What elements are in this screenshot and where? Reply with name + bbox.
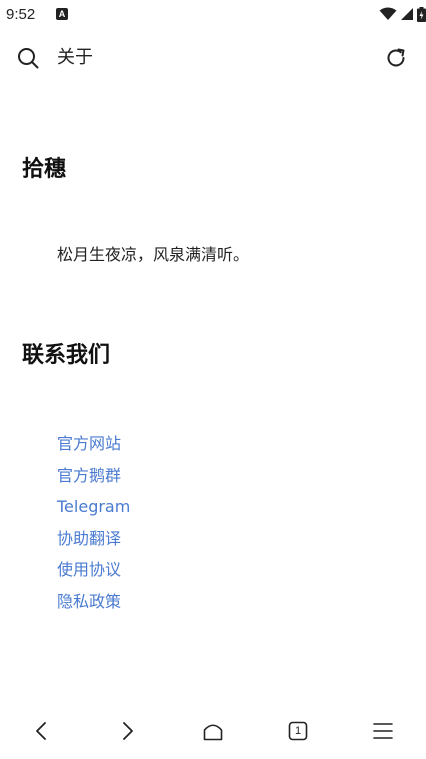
notification-a-icon: A [56, 8, 68, 20]
status-bar: 9:52 A [0, 0, 426, 30]
search-icon[interactable] [16, 46, 40, 70]
reload-icon[interactable] [384, 46, 408, 70]
contact-links: 官方网站 官方鹅群 Telegram 协助翻译 使用协议 隐私政策 [57, 428, 257, 617]
status-icons [379, 6, 426, 22]
link-privacy-policy[interactable]: 隐私政策 [57, 586, 257, 618]
back-button[interactable] [28, 717, 56, 745]
link-terms-of-use[interactable]: 使用协议 [57, 554, 257, 586]
back-icon [36, 722, 46, 740]
contact-heading: 联系我们 [22, 343, 111, 368]
home-button[interactable] [199, 717, 227, 745]
signal-icon [401, 8, 413, 20]
top-toolbar: 关于 [0, 38, 426, 78]
menu-icon [373, 723, 393, 739]
wifi-icon [379, 7, 397, 20]
status-time: 9:52 [6, 6, 36, 23]
about-heading: 拾穗 [22, 157, 67, 182]
forward-icon [123, 722, 133, 740]
menu-button[interactable] [369, 717, 397, 745]
about-text: 松月生夜凉，风泉满清听。 [57, 245, 250, 264]
link-telegram[interactable]: Telegram [57, 491, 257, 523]
link-official-website[interactable]: 官方网站 [57, 428, 257, 460]
tab-count: 1 [294, 725, 302, 737]
link-official-qq-group[interactable]: 官方鹅群 [57, 460, 257, 492]
page-title: 关于 [57, 47, 93, 68]
link-help-translate[interactable]: 协助翻译 [57, 523, 257, 555]
battery-icon [417, 6, 426, 22]
bottom-nav: 1 [0, 708, 426, 754]
tabs-button[interactable]: 1 [284, 717, 312, 745]
home-icon [203, 724, 223, 741]
forward-button[interactable] [113, 717, 141, 745]
